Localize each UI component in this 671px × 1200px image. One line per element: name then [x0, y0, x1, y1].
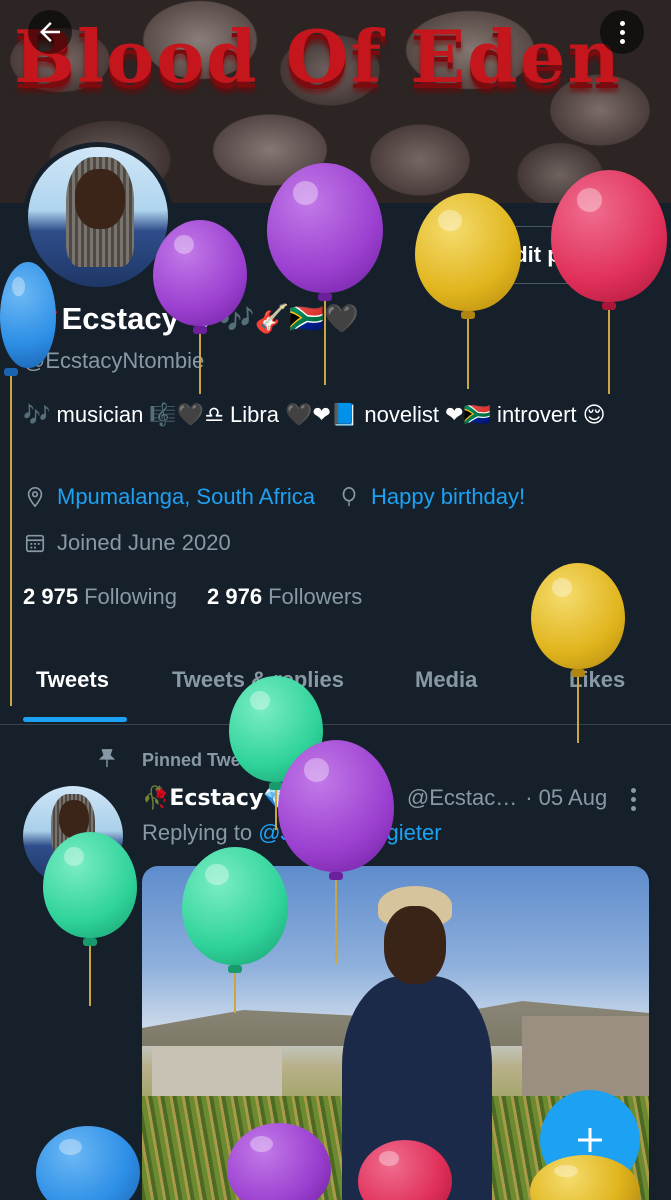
profile-avatar[interactable]: [23, 142, 173, 292]
location-link[interactable]: Mpumalanga, South Africa: [57, 484, 315, 510]
location-pin-icon: [23, 485, 47, 509]
arrow-left-icon: [40, 22, 60, 42]
plus-icon: [578, 1128, 602, 1152]
calendar-icon: [23, 531, 47, 555]
more-vertical-icon: [619, 20, 625, 26]
birthday-link[interactable]: Happy birthday!: [371, 484, 525, 510]
banner-title: Blood Of Eden: [14, 14, 622, 99]
active-tab-indicator: [23, 717, 127, 722]
tweet-date[interactable]: · 05 Aug: [525, 785, 607, 811]
replying-prefix: Replying to: [142, 820, 253, 845]
back-button[interactable]: [28, 10, 72, 54]
profile-bio: 🎶 musician 🎼🖤♎ Libra 🖤❤📘 novelist ❤🇿🇦 in…: [23, 402, 606, 427]
tab-tweets[interactable]: Tweets: [36, 667, 109, 693]
tweet-more-button[interactable]: [627, 786, 639, 813]
followers-count: 2 976: [207, 584, 263, 609]
profile-handle: @EcstacyNtombie: [23, 348, 205, 373]
more-options-button[interactable]: [600, 10, 644, 54]
followers-link[interactable]: 2 976 Followers: [207, 584, 362, 610]
pin-icon: [96, 746, 120, 775]
following-count: 2 975: [23, 584, 79, 609]
tab-media[interactable]: Media: [415, 667, 477, 693]
following-link[interactable]: 2 975 Following: [23, 584, 177, 610]
follow-stats: 2 975 Following 2 976 Followers: [23, 584, 362, 610]
joined-date: Joined June 2020: [57, 530, 231, 555]
followers-label: Followers: [268, 584, 363, 609]
more-vertical-icon: [630, 788, 636, 793]
following-label: Following: [84, 584, 177, 609]
balloon-icon: [337, 485, 361, 509]
tweet-author-handle[interactable]: @Ecstac…: [407, 785, 517, 811]
profile-meta-row: Mpumalanga, South Africa Happy birthday!: [23, 484, 525, 510]
joined-row: Joined June 2020: [23, 530, 231, 556]
